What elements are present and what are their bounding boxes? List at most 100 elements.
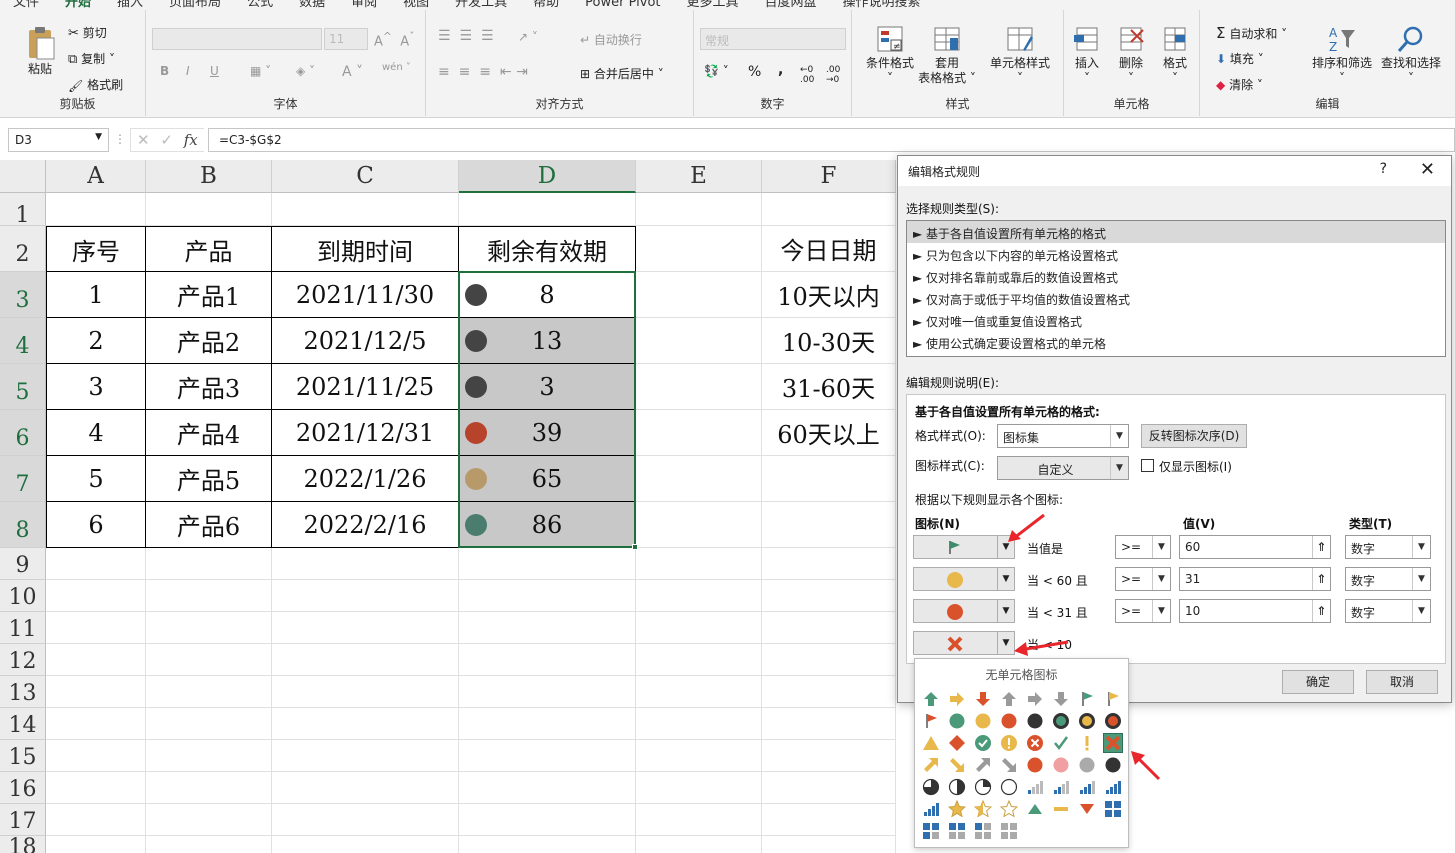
rule-type-item[interactable]: ► 仅对唯一值或重复值设置格式 — [907, 309, 1445, 331]
menu-tab[interactable]: 操作说明搜索 — [843, 0, 921, 10]
grid-cell[interactable] — [636, 410, 762, 456]
table-cell[interactable]: 2021/12/5 — [272, 318, 459, 364]
phonetic-button[interactable]: wén ˅ — [382, 62, 411, 73]
font-name-combo[interactable] — [152, 28, 322, 50]
grid-cell[interactable] — [272, 580, 459, 612]
grid-cell[interactable] — [146, 708, 272, 740]
row-header[interactable]: 10 — [0, 580, 46, 612]
grid-cell[interactable] — [146, 772, 272, 804]
table-cell[interactable]: 产品2 — [146, 318, 272, 364]
row-header[interactable]: 9 — [0, 548, 46, 580]
row-header[interactable]: 2 — [0, 226, 46, 272]
wrap-text-button[interactable]: ↵ 自动换行 — [580, 31, 642, 48]
remaining-days-cell[interactable]: 39 — [459, 410, 636, 456]
italic-button[interactable]: I — [186, 64, 190, 78]
autosum-button[interactable]: Σ 自动求和 ˅ — [1216, 24, 1287, 42]
menu-tab[interactable]: Power Pivot — [585, 0, 660, 10]
cut-button[interactable]: ✂ 剪切 — [68, 24, 107, 41]
grid-cell[interactable] — [459, 580, 636, 612]
table-cell[interactable]: 产品1 — [146, 272, 272, 318]
icon-option[interactable] — [1026, 800, 1044, 818]
icon-option[interactable] — [1026, 690, 1044, 708]
grid-cell[interactable] — [636, 456, 762, 502]
column-header[interactable]: D — [459, 160, 636, 193]
grid-cell[interactable] — [459, 193, 636, 226]
icon-option[interactable] — [973, 799, 993, 818]
today-label-cell[interactable]: 今日日期 — [762, 226, 896, 272]
grid-cell[interactable] — [146, 193, 272, 226]
icon-option[interactable] — [1026, 734, 1044, 752]
percent-button[interactable]: % — [748, 64, 761, 80]
type-select[interactable]: 数字 ▼ — [1345, 535, 1431, 559]
grid-cell[interactable] — [272, 612, 459, 644]
icon-option[interactable] — [1078, 712, 1096, 730]
decrease-decimal-button[interactable]: .00 →0 — [826, 65, 840, 85]
merge-center-button[interactable]: ⊞ 合并后居中 ˅ — [580, 65, 664, 82]
grid-cell[interactable] — [146, 548, 272, 580]
grid-cell[interactable] — [146, 580, 272, 612]
grid-cell[interactable] — [46, 676, 146, 708]
top-align-button[interactable]: ☰ ☰ ☰ — [438, 28, 494, 44]
formula-input[interactable]: =C3-$G$2 — [208, 128, 1455, 152]
operator-select[interactable]: >= ▼ — [1115, 535, 1171, 559]
menu-tab[interactable]: 百度网盘 — [765, 0, 817, 10]
grid-cell[interactable] — [636, 272, 762, 318]
cell-styles-button[interactable]: 单元格样式 ˅ — [982, 24, 1058, 86]
grid-cell[interactable] — [636, 836, 762, 853]
bold-button[interactable]: B — [160, 64, 169, 78]
grid-cell[interactable] — [459, 804, 636, 836]
grid-cell[interactable] — [636, 193, 762, 226]
grid-cell[interactable] — [146, 676, 272, 708]
cancel-button[interactable]: 取消 — [1366, 670, 1438, 694]
delete-cells-button[interactable]: 删除 ˅ — [1114, 24, 1148, 86]
grid-cell[interactable] — [636, 804, 762, 836]
grid-cell[interactable] — [272, 676, 459, 708]
grid-cell[interactable] — [762, 502, 896, 548]
grid-cell[interactable] — [459, 644, 636, 676]
icon-option[interactable] — [1000, 778, 1018, 796]
remaining-days-cell[interactable]: 8 — [459, 272, 636, 318]
grid-cell[interactable] — [459, 708, 636, 740]
grid-cell[interactable] — [146, 836, 272, 853]
icon-picker[interactable]: ▼ — [913, 535, 1015, 559]
grid-cell[interactable] — [762, 836, 896, 853]
table-header-cell[interactable]: 剩余有效期 — [459, 226, 636, 272]
grid-cell[interactable] — [46, 708, 146, 740]
remaining-days-cell[interactable]: 86 — [459, 502, 636, 548]
grid-cell[interactable] — [459, 836, 636, 853]
range-picker-icon[interactable]: ⇑ — [1312, 600, 1330, 622]
grid-cell[interactable] — [46, 804, 146, 836]
grid-cell[interactable] — [636, 580, 762, 612]
grid-cell[interactable] — [636, 740, 762, 772]
table-header-cell[interactable]: 产品 — [146, 226, 272, 272]
grid-cell[interactable] — [636, 612, 762, 644]
menu-tab[interactable]: 数据 — [299, 0, 325, 10]
fill-button[interactable]: ⬇ 填充 ˅ — [1216, 50, 1264, 67]
table-cell[interactable]: 2022/2/16 — [272, 502, 459, 548]
column-header[interactable]: A — [46, 160, 146, 193]
icon-option[interactable] — [974, 822, 992, 840]
icon-option[interactable] — [948, 690, 966, 708]
grid-cell[interactable] — [46, 580, 146, 612]
menu-tab[interactable]: 页面布局 — [169, 0, 221, 10]
icon-option[interactable] — [1000, 734, 1018, 752]
row-header[interactable]: 16 — [0, 772, 46, 804]
icon-option[interactable] — [1078, 734, 1096, 752]
remaining-days-cell[interactable]: 3 — [459, 364, 636, 410]
grid-cell[interactable] — [636, 676, 762, 708]
grid-cell[interactable] — [636, 708, 762, 740]
icon-option[interactable] — [1103, 733, 1123, 753]
close-icon[interactable]: ✕ — [1420, 159, 1435, 180]
grid-cell[interactable] — [636, 772, 762, 804]
icon-option[interactable] — [922, 822, 940, 840]
icon-option[interactable] — [1000, 822, 1018, 840]
grid-cell[interactable] — [636, 502, 762, 548]
grid-cell[interactable] — [46, 644, 146, 676]
grid-cell[interactable] — [272, 804, 459, 836]
increase-decimal-button[interactable]: ←0.00 — [800, 65, 814, 85]
row-header[interactable]: 17 — [0, 804, 46, 836]
value-input[interactable]: 10 ⇑ — [1179, 599, 1331, 623]
grid-cell[interactable] — [762, 548, 896, 580]
icon-option[interactable] — [974, 690, 992, 708]
grid-cell[interactable] — [272, 740, 459, 772]
